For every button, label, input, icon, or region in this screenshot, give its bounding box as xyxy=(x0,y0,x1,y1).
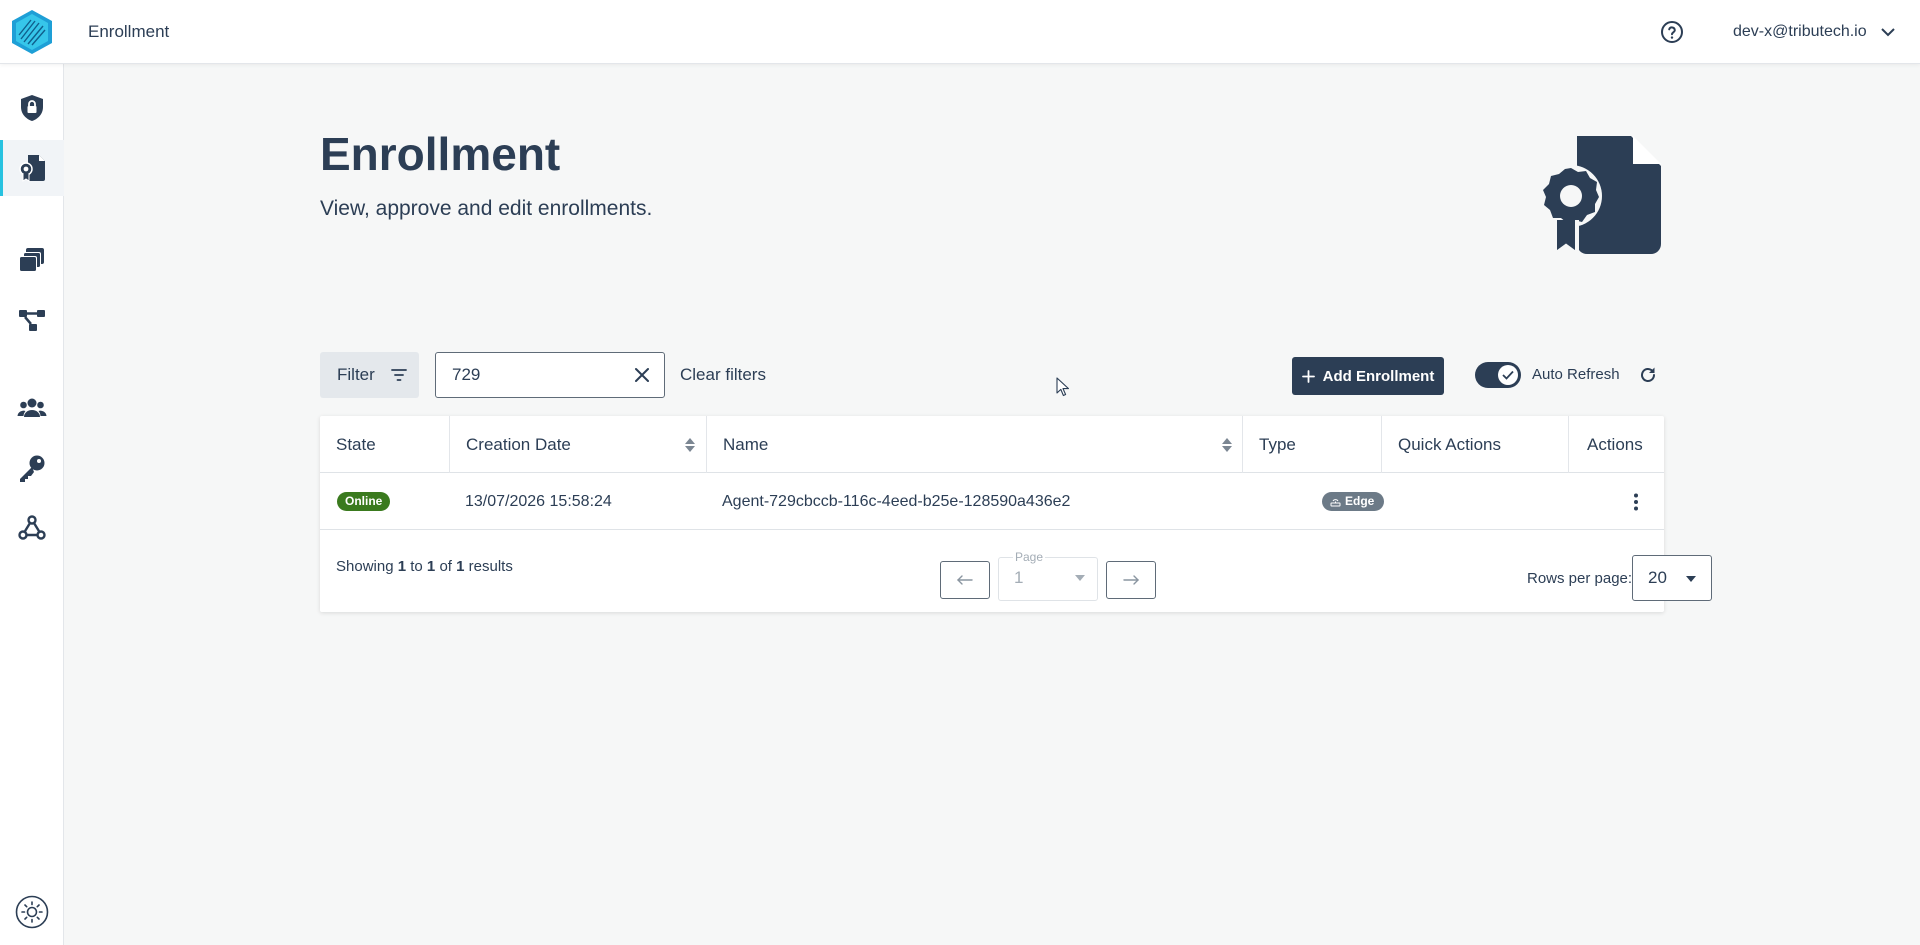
caret-down-icon xyxy=(1075,575,1085,581)
column-header-name[interactable]: Name xyxy=(706,416,1243,473)
results-summary: Showing 1 to 1 of 1 results xyxy=(336,558,513,575)
filter-lines-icon xyxy=(390,369,407,381)
users-icon xyxy=(17,398,47,417)
main-content: Enrollment View, approve and edit enroll… xyxy=(64,64,1920,945)
sidebar xyxy=(0,64,64,945)
sun-icon[interactable] xyxy=(14,894,50,930)
table-row[interactable]: Online 13/07/2026 15:58:24 Agent-729cbcc… xyxy=(320,473,1664,530)
rows-per-page-label: Rows per page: xyxy=(1527,570,1633,587)
chevron-down-icon xyxy=(1880,27,1895,36)
edge-device-icon xyxy=(1330,498,1341,506)
webhook-icon xyxy=(18,515,46,540)
close-icon[interactable] xyxy=(632,365,652,385)
column-header-name-label: Name xyxy=(723,435,769,454)
check-icon xyxy=(1502,370,1514,380)
help-icon[interactable] xyxy=(1660,20,1684,44)
app-title: Enrollment xyxy=(88,22,170,41)
add-enrollment-label: Add Enrollment xyxy=(1322,367,1435,385)
type-badge: Edge xyxy=(1322,492,1385,511)
layers-icon xyxy=(19,248,44,272)
more-vertical-icon[interactable] xyxy=(1624,490,1648,514)
search-field xyxy=(435,352,665,398)
column-header-quick-actions: Quick Actions xyxy=(1381,416,1569,473)
table-header: State Creation Date Name Type Quick Acti… xyxy=(320,416,1664,473)
next-page-button[interactable] xyxy=(1106,561,1156,599)
results-showing-word: Showing xyxy=(336,558,394,575)
column-header-state: State xyxy=(336,435,376,454)
arrow-right-icon xyxy=(1123,575,1139,585)
arrow-left-icon xyxy=(957,575,973,585)
type-badge-label: Edge xyxy=(1345,494,1375,508)
network-icon xyxy=(19,310,45,331)
shield-lock-icon xyxy=(21,95,43,121)
sidebar-item-catalog[interactable] xyxy=(0,232,64,288)
sidebar-item-security[interactable] xyxy=(0,80,64,136)
key-icon xyxy=(20,455,45,482)
sidebar-item-users[interactable] xyxy=(0,380,64,436)
rows-per-page-select[interactable]: 20 xyxy=(1632,555,1712,601)
column-header-creation-date-label: Creation Date xyxy=(466,435,571,454)
sidebar-item-keys[interactable] xyxy=(0,440,64,496)
mouse-cursor-icon xyxy=(1056,377,1070,397)
results-to: 1 xyxy=(426,558,436,575)
auto-refresh-label: Auto Refresh xyxy=(1532,366,1620,383)
add-enrollment-button[interactable]: Add Enrollment xyxy=(1292,357,1444,395)
sidebar-item-enrollment[interactable] xyxy=(0,140,64,196)
results-total: 1 xyxy=(456,558,465,575)
column-header-creation-date[interactable]: Creation Date xyxy=(449,416,707,473)
column-header-type: Type xyxy=(1242,416,1382,473)
refresh-icon[interactable] xyxy=(1638,365,1658,385)
previous-page-button[interactable] xyxy=(940,561,990,599)
results-to-word: to xyxy=(410,558,423,575)
sidebar-item-webhooks[interactable] xyxy=(0,500,64,556)
page-select-value: 1 xyxy=(1014,568,1024,587)
page-select-label: Page xyxy=(1013,550,1046,564)
results-word: results xyxy=(468,558,513,575)
table-footer: Showing 1 to 1 of 1 results Page 1 Rows … xyxy=(320,530,1712,612)
status-badge: Online xyxy=(337,492,391,511)
toggle-knob xyxy=(1498,365,1518,385)
sort-icon[interactable] xyxy=(1221,436,1233,454)
user-email: dev-x@tributech.io xyxy=(1733,23,1867,40)
sort-icon[interactable] xyxy=(684,436,696,454)
clear-filters-link[interactable]: Clear filters xyxy=(680,352,766,398)
column-header-actions: Actions xyxy=(1568,416,1664,473)
page-subtitle: View, approve and edit enrollments. xyxy=(320,197,653,220)
page-select[interactable]: Page 1 xyxy=(998,550,1098,601)
rows-per-page-value: 20 xyxy=(1648,568,1667,587)
results-of-word: of xyxy=(439,558,452,575)
caret-down-icon xyxy=(1686,576,1696,582)
page-title: Enrollment xyxy=(320,128,561,180)
filter-button-label: Filter xyxy=(337,365,375,384)
user-menu[interactable]: dev-x@tributech.io xyxy=(1733,0,1895,64)
creation-date-cell: 13/07/2026 15:58:24 xyxy=(465,493,612,510)
auto-refresh-toggle[interactable] xyxy=(1475,362,1521,388)
results-from: 1 xyxy=(397,558,407,575)
name-cell: Agent-729cbccb-116c-4eed-b25e-128590a436… xyxy=(722,493,1071,510)
certificate-file-icon xyxy=(19,155,45,182)
enrollment-table: State Creation Date Name Type Quick Acti… xyxy=(320,416,1712,612)
search-input[interactable] xyxy=(436,353,626,397)
filter-button[interactable]: Filter xyxy=(320,352,419,398)
certificate-file-icon xyxy=(1540,132,1665,258)
plus-icon xyxy=(1301,369,1315,383)
top-bar: Enrollment dev-x@tributech.io xyxy=(0,0,1920,64)
logo-icon[interactable] xyxy=(9,9,55,55)
sidebar-item-nodes[interactable] xyxy=(0,292,64,348)
